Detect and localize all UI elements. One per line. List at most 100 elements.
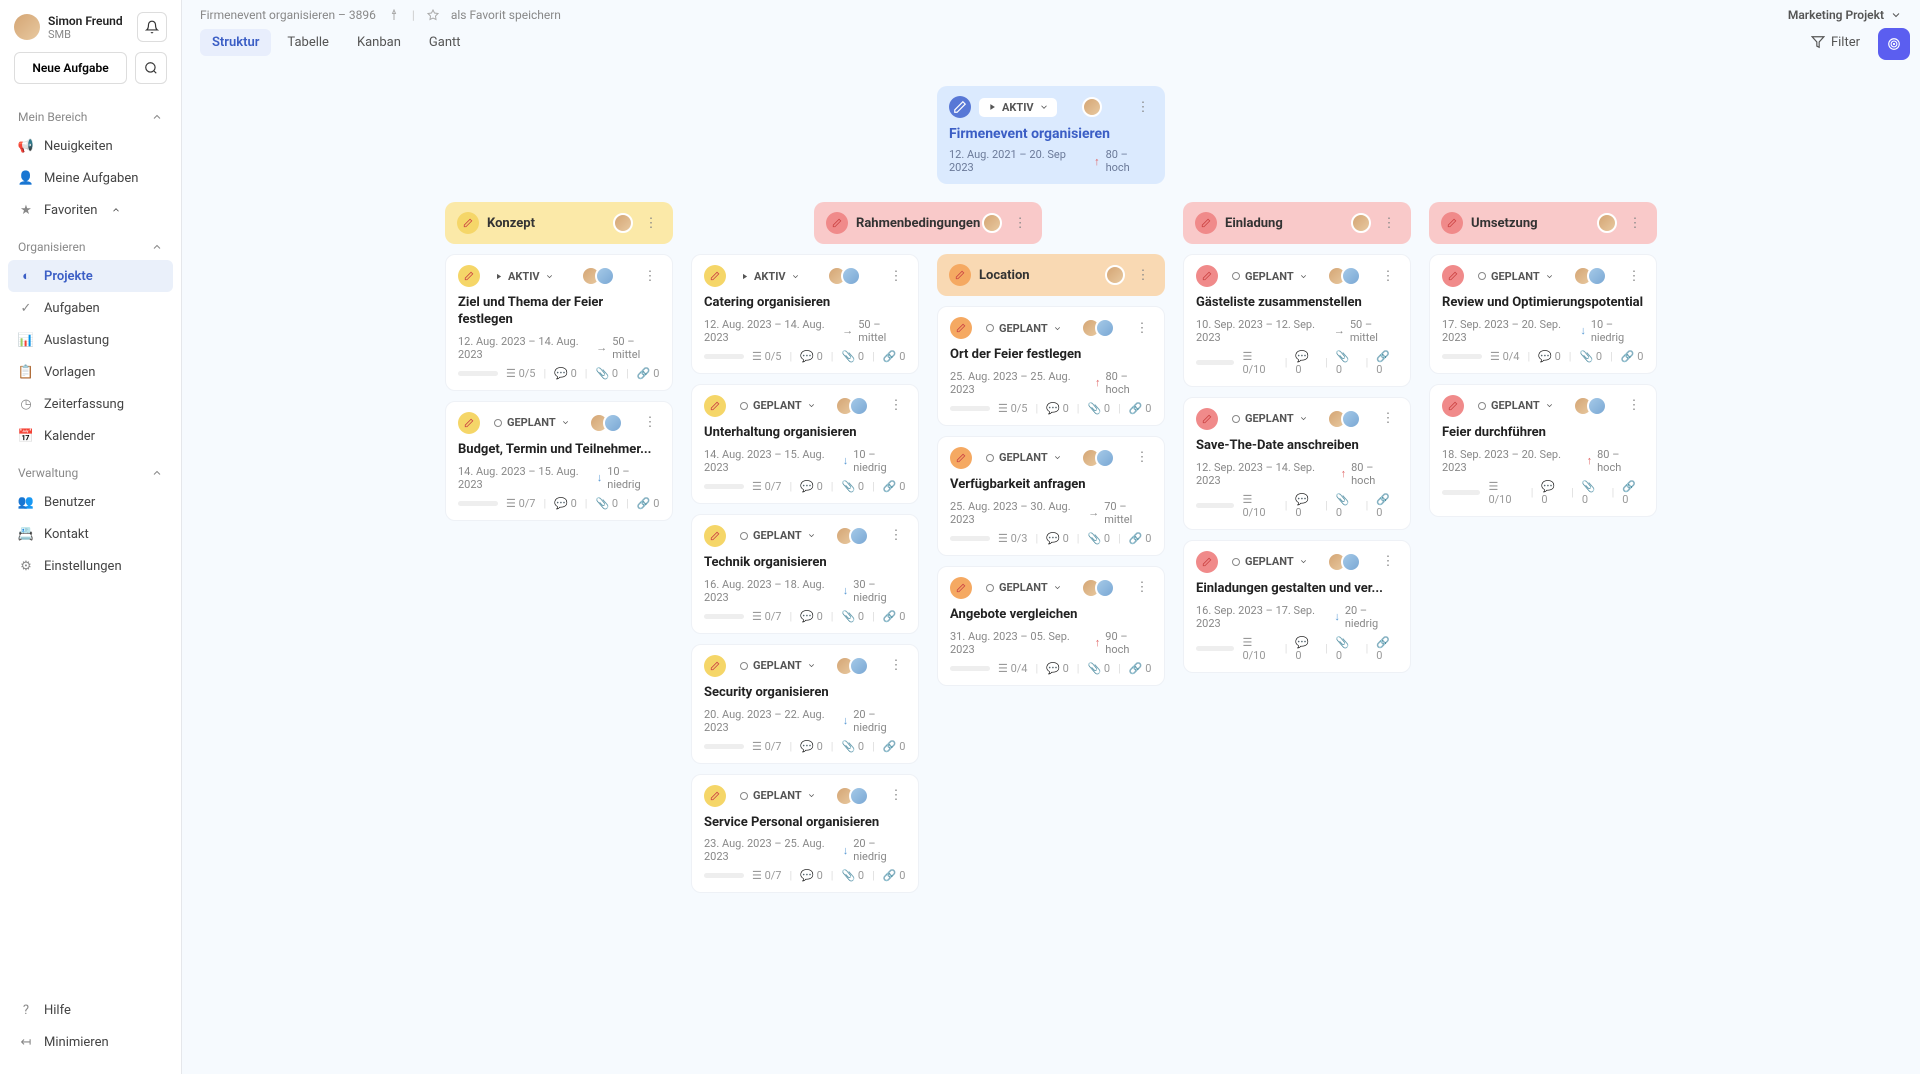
edit-icon[interactable] bbox=[1196, 265, 1218, 287]
more-menu[interactable]: ⋮ bbox=[1010, 213, 1030, 233]
nav-item-kalender[interactable]: 📅Kalender bbox=[8, 420, 173, 452]
assignees[interactable] bbox=[1087, 448, 1115, 468]
task-card[interactable]: GEPLANT ⋮ Verfügbarkeit anfragen 25. Aug… bbox=[937, 436, 1165, 556]
assignees[interactable] bbox=[988, 213, 1002, 233]
assignees[interactable] bbox=[833, 266, 861, 286]
star-icon[interactable] bbox=[427, 9, 439, 21]
save-favorite[interactable]: als Favorit speichern bbox=[451, 8, 561, 22]
task-card[interactable]: GEPLANT ⋮ Budget, Termin und Teilnehmer.… bbox=[445, 401, 673, 521]
more-menu[interactable]: ⋮ bbox=[886, 656, 906, 676]
status-dropdown[interactable]: GEPLANT bbox=[978, 319, 1070, 338]
root-node[interactable]: AKTIV ⋮ Firmenevent organisieren 12. Aug… bbox=[937, 86, 1165, 184]
task-card[interactable]: GEPLANT ⋮ Angebote vergleichen 31. Aug. … bbox=[937, 566, 1165, 686]
more-menu[interactable]: ⋮ bbox=[641, 213, 661, 233]
column-header[interactable]: Umsetzung ⋮ bbox=[1429, 202, 1657, 244]
assignees[interactable] bbox=[619, 213, 633, 233]
tab-gantt[interactable]: Gantt bbox=[417, 29, 473, 56]
more-menu[interactable]: ⋮ bbox=[1132, 318, 1152, 338]
nav-item-hilfe[interactable]: ?Hilfe bbox=[8, 994, 173, 1026]
task-card[interactable]: GEPLANT ⋮ Review und Optimierungspotenti… bbox=[1429, 254, 1657, 374]
edit-icon[interactable] bbox=[704, 265, 726, 287]
status-dropdown[interactable]: GEPLANT bbox=[486, 413, 578, 432]
nav-item-neuigkeiten[interactable]: 📢Neuigkeiten bbox=[8, 130, 173, 162]
more-menu[interactable]: ⋮ bbox=[886, 526, 906, 546]
task-card[interactable]: GEPLANT ⋮ Ort der Feier festlegen 25. Au… bbox=[937, 306, 1165, 426]
assignees[interactable] bbox=[1357, 213, 1371, 233]
more-menu[interactable]: ⋮ bbox=[886, 396, 906, 416]
task-card[interactable]: GEPLANT ⋮ Security organisieren 20. Aug.… bbox=[691, 644, 919, 764]
status-dropdown[interactable]: GEPLANT bbox=[1470, 396, 1562, 415]
task-card[interactable]: AKTIV ⋮ Catering organisieren 12. Aug. 2… bbox=[691, 254, 919, 374]
status-dropdown[interactable]: AKTIV bbox=[732, 267, 808, 286]
more-menu[interactable]: ⋮ bbox=[1624, 266, 1644, 286]
edit-icon[interactable] bbox=[704, 785, 726, 807]
status-dropdown[interactable]: GEPLANT bbox=[732, 786, 824, 805]
user-profile[interactable]: Simon Freund SMB bbox=[0, 12, 181, 52]
tab-struktur[interactable]: Struktur bbox=[200, 29, 271, 56]
column-header[interactable]: Konzept ⋮ bbox=[445, 202, 673, 244]
pin-icon[interactable] bbox=[388, 9, 400, 21]
more-menu[interactable]: ⋮ bbox=[1379, 213, 1399, 233]
task-card[interactable]: GEPLANT ⋮ Technik organisieren 16. Aug. … bbox=[691, 514, 919, 634]
search-button[interactable] bbox=[135, 52, 167, 84]
status-dropdown[interactable]: AKTIV bbox=[486, 267, 562, 286]
column-header[interactable]: Rahmenbedingungen ⋮ bbox=[814, 202, 1042, 244]
assignees[interactable] bbox=[1333, 409, 1361, 429]
assignees[interactable] bbox=[1579, 266, 1607, 286]
board-canvas[interactable]: AKTIV ⋮ Firmenevent organisieren 12. Aug… bbox=[182, 66, 1920, 1074]
edit-icon[interactable] bbox=[1442, 395, 1464, 417]
edit-icon[interactable] bbox=[1442, 265, 1464, 287]
assignees[interactable] bbox=[1087, 318, 1115, 338]
edit-icon[interactable] bbox=[704, 655, 726, 677]
nav-item-zeiterfassung[interactable]: ◷Zeiterfassung bbox=[8, 388, 173, 420]
nav-item-einstellungen[interactable]: ⚙Einstellungen bbox=[8, 550, 173, 582]
nav-item-projekte[interactable]: ◐Projekte bbox=[8, 260, 173, 292]
status-dropdown[interactable]: AKTIV bbox=[979, 98, 1057, 117]
more-menu[interactable]: ⋮ bbox=[1625, 213, 1645, 233]
nav-section-header[interactable]: Organisieren bbox=[8, 234, 173, 260]
status-dropdown[interactable]: GEPLANT bbox=[1224, 409, 1316, 428]
status-dropdown[interactable]: GEPLANT bbox=[732, 656, 824, 675]
task-card[interactable]: GEPLANT ⋮ Gästeliste zusammenstellen 10.… bbox=[1183, 254, 1411, 387]
assignees[interactable] bbox=[1579, 396, 1607, 416]
more-menu[interactable]: ⋮ bbox=[640, 266, 660, 286]
nav-item-aufgaben[interactable]: ✓Aufgaben bbox=[8, 292, 173, 324]
nav-item-favoriten[interactable]: ★Favoriten bbox=[8, 194, 173, 226]
edit-icon[interactable] bbox=[950, 577, 972, 599]
new-task-button[interactable]: Neue Aufgabe bbox=[14, 52, 127, 84]
nav-section-header[interactable]: Verwaltung bbox=[8, 460, 173, 486]
nav-item-minimieren[interactable]: ↤Minimieren bbox=[8, 1026, 173, 1058]
edit-icon[interactable] bbox=[458, 265, 480, 287]
edit-icon[interactable] bbox=[457, 212, 479, 234]
nav-item-auslastung[interactable]: 📊Auslastung bbox=[8, 324, 173, 356]
assignees[interactable] bbox=[841, 526, 869, 546]
notifications-button[interactable] bbox=[137, 12, 167, 42]
assignees[interactable] bbox=[1333, 266, 1361, 286]
edit-icon[interactable] bbox=[950, 317, 972, 339]
task-card[interactable]: GEPLANT ⋮ Feier durchführen 18. Sep. 202… bbox=[1429, 384, 1657, 517]
filter-button[interactable]: Filter bbox=[1811, 35, 1860, 50]
assignees[interactable] bbox=[841, 656, 869, 676]
more-menu[interactable]: ⋮ bbox=[1133, 97, 1153, 117]
assignees[interactable] bbox=[1333, 552, 1361, 572]
edit-icon[interactable] bbox=[826, 212, 848, 234]
task-card[interactable]: AKTIV ⋮ Ziel und Thema der Feier festleg… bbox=[445, 254, 673, 391]
assignees[interactable] bbox=[1111, 265, 1125, 285]
more-menu[interactable]: ⋮ bbox=[1378, 409, 1398, 429]
more-menu[interactable]: ⋮ bbox=[1132, 578, 1152, 598]
more-menu[interactable]: ⋮ bbox=[640, 413, 660, 433]
edit-icon[interactable] bbox=[950, 447, 972, 469]
assignees[interactable] bbox=[1603, 213, 1617, 233]
more-menu[interactable]: ⋮ bbox=[1378, 552, 1398, 572]
assignees[interactable] bbox=[587, 266, 615, 286]
assignees[interactable] bbox=[1087, 578, 1115, 598]
column-header[interactable]: Location ⋮ bbox=[937, 254, 1165, 296]
status-dropdown[interactable]: GEPLANT bbox=[978, 448, 1070, 467]
floating-action-button[interactable] bbox=[1878, 28, 1910, 60]
more-menu[interactable]: ⋮ bbox=[886, 786, 906, 806]
nav-section-header[interactable]: Mein Bereich bbox=[8, 104, 173, 130]
more-menu[interactable]: ⋮ bbox=[1378, 266, 1398, 286]
tab-kanban[interactable]: Kanban bbox=[345, 29, 413, 56]
nav-item-meine-aufgaben[interactable]: 👤Meine Aufgaben bbox=[8, 162, 173, 194]
task-card[interactable]: GEPLANT ⋮ Service Personal organisieren … bbox=[691, 774, 919, 894]
